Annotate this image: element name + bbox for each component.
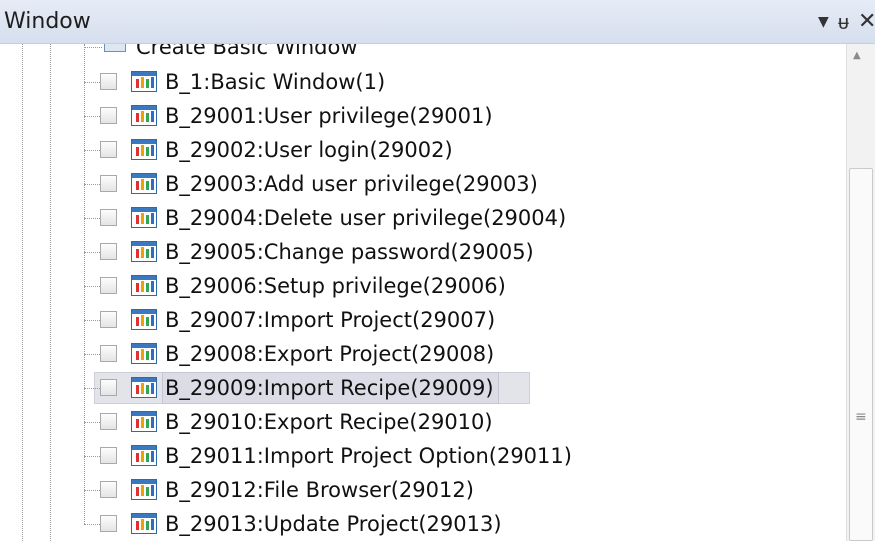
tree-connector [84,354,100,355]
tree-item-label: B_29008:Export Project(29008) [165,342,495,366]
tree-item-label: B_29004:Delete user privilege(29004) [165,206,567,230]
tree-item[interactable]: B_29012:File Browser(29012) [0,473,846,507]
tree-item-label: B_29007:Import Project(29007) [165,308,496,332]
item-checkbox[interactable] [100,379,117,396]
window-panel: Window ▼ ᵾ ✕ Create Basic Window B_1:Bas… [0,0,875,541]
tree-connector [84,184,100,185]
tree-connector [84,320,100,321]
tree-item-label: B_29009:Import Recipe(29009) [162,372,499,404]
tree-item-label: B_29012:File Browser(29012) [165,478,474,502]
tree-item[interactable]: B_29001:User privilege(29001) [0,99,846,133]
window-tree: Create Basic Window B_1:Basic Window(1) B… [0,44,846,541]
tree-item[interactable]: B_29006:Setup privilege(29006) [0,269,846,303]
pin-icon[interactable]: ᵾ [838,8,849,36]
tree-connector [84,422,100,423]
tree-item[interactable]: B_29010:Export Recipe(29010) [0,405,846,439]
tree-item[interactable]: B_1:Basic Window(1) [0,65,846,99]
dropdown-arrow-icon[interactable]: ▼ [818,8,829,36]
item-checkbox[interactable] [100,311,117,328]
tree-connector [84,150,100,151]
tree-connector [84,388,100,389]
tree-item[interactable]: B_29013:Update Project(29013) [0,507,846,541]
item-checkbox[interactable] [100,73,117,90]
item-checkbox[interactable] [100,345,117,362]
item-checkbox[interactable] [100,175,117,192]
vertical-scrollbar[interactable]: ▲ ≡ [846,44,875,541]
tree-item-label: B_29011:Import Project Option(29011) [165,444,572,468]
window-chart-icon [131,377,157,398]
tree-parent-label: Create Basic Window [136,44,358,59]
window-chart-icon [131,343,157,364]
tree-item-label: B_29002:User login(29002) [165,138,453,162]
window-chart-icon [131,71,157,92]
tree-item[interactable]: B_29009:Import Recipe(29009) [0,371,846,405]
window-chart-icon [131,139,157,160]
item-checkbox[interactable] [100,243,117,260]
tree-parent-node[interactable]: Create Basic Window [0,44,846,64]
window-chart-icon [131,241,157,262]
tree-item[interactable]: B_29002:User login(29002) [0,133,846,167]
tree-connector [84,286,100,287]
window-chart-icon [131,275,157,296]
tree-connector [84,252,100,253]
window-chart-icon [131,309,157,330]
panel-titlebar: Window ▼ ᵾ ✕ [0,0,875,44]
item-checkbox[interactable] [100,447,117,464]
window-chart-icon [131,207,157,228]
panel-title: Window [4,9,91,34]
tree-connector [84,218,100,219]
tree-item-label: B_29005:Change password(29005) [165,240,534,264]
item-checkbox[interactable] [100,515,117,532]
tree-connector [84,116,100,117]
item-checkbox[interactable] [100,277,117,294]
window-folder-icon [104,44,126,52]
tree-item[interactable]: B_29008:Export Project(29008) [0,337,846,371]
item-checkbox[interactable] [100,209,117,226]
tree-connector [84,490,100,491]
tree-item-label: B_29006:Setup privilege(29006) [165,274,506,298]
tree-connector [84,82,100,83]
tree-item[interactable]: B_29004:Delete user privilege(29004) [0,201,846,235]
item-checkbox[interactable] [100,413,117,430]
tree-item[interactable]: B_29003:Add user privilege(29003) [0,167,846,201]
tree-item-label: B_29001:User privilege(29001) [165,104,493,128]
tree-item-label: B_29003:Add user privilege(29003) [165,172,538,196]
item-checkbox[interactable] [100,481,117,498]
item-checkbox[interactable] [100,107,117,124]
window-chart-icon [131,105,157,126]
window-chart-icon [131,445,157,466]
tree-item-label: B_29013:Update Project(29013) [165,512,502,536]
tree-item[interactable]: B_29005:Change password(29005) [0,235,846,269]
scroll-up-arrow-icon[interactable]: ▲ [853,50,861,61]
tree-item-label: B_1:Basic Window(1) [165,70,386,94]
tree-connector [84,524,100,525]
window-chart-icon [131,173,157,194]
scroll-thumb[interactable]: ≡ [849,168,873,541]
window-chart-icon [131,411,157,432]
tree-connector [84,456,100,457]
tree-item[interactable]: B_29007:Import Project(29007) [0,303,846,337]
scroll-grip-icon: ≡ [855,409,867,425]
window-chart-icon [131,513,157,534]
window-chart-icon [131,479,157,500]
close-icon[interactable]: ✕ [858,8,875,36]
tree-item-label: B_29010:Export Recipe(29010) [165,410,493,434]
tree-item[interactable]: B_29011:Import Project Option(29011) [0,439,846,473]
item-checkbox[interactable] [100,141,117,158]
